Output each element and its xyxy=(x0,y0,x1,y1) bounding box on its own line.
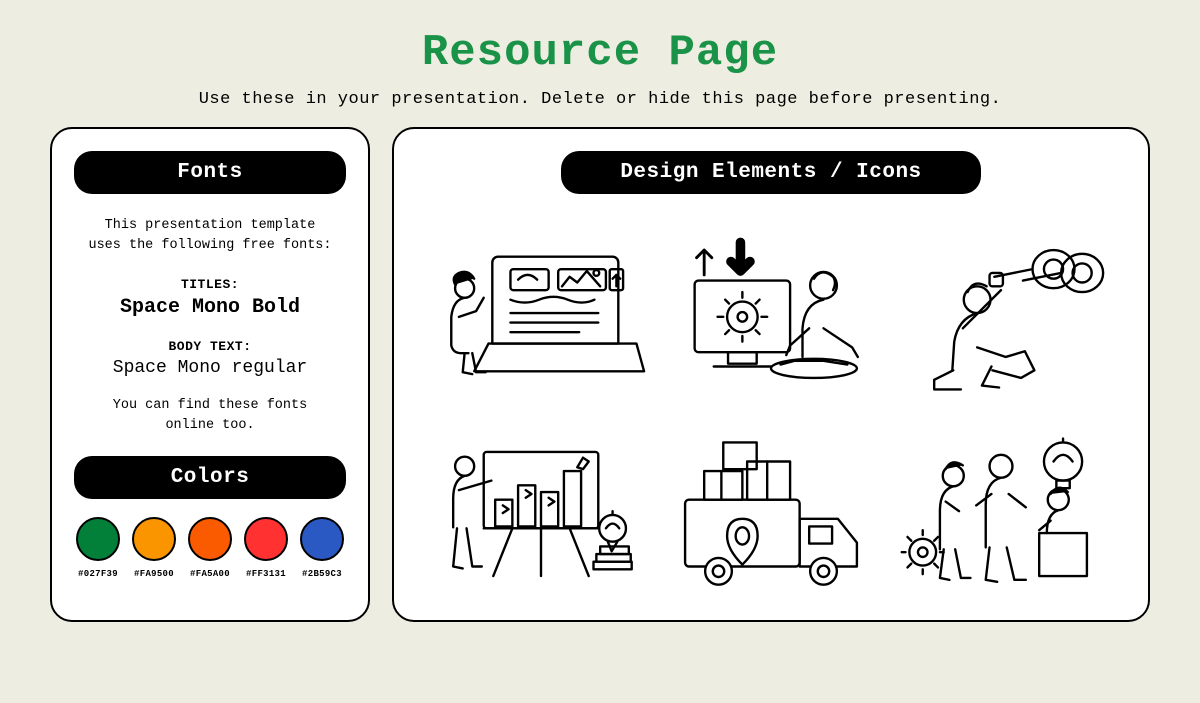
person-binoculars-icon xyxy=(896,224,1106,404)
delivery-truck-boxes-pin-icon xyxy=(666,424,876,604)
color-dot xyxy=(188,517,232,561)
titles-label: TITLES: xyxy=(74,277,346,292)
color-swatch: #FA5A00 xyxy=(188,517,232,579)
color-swatch: #FA9500 xyxy=(132,517,176,579)
design-elements-heading-pill: Design Elements / Icons xyxy=(561,151,981,194)
find-fonts-note: You can find these fonts online too. xyxy=(74,396,346,437)
page-title: Resource Page xyxy=(0,28,1200,78)
color-swatch: #027F39 xyxy=(76,517,120,579)
color-hex-label: #FA9500 xyxy=(134,569,174,579)
fonts-desc-line2: uses the following free fonts: xyxy=(88,238,331,253)
color-dot xyxy=(300,517,344,561)
body-text-label: BODY TEXT: xyxy=(74,339,346,354)
color-hex-label: #FA5A00 xyxy=(190,569,230,579)
color-hex-label: #027F39 xyxy=(78,569,118,579)
color-dot xyxy=(76,517,120,561)
fonts-desc-line1: This presentation template xyxy=(105,218,316,233)
color-dot xyxy=(244,517,288,561)
colors-heading-pill: Colors xyxy=(74,456,346,499)
fonts-description: This presentation template uses the foll… xyxy=(74,216,346,257)
color-swatch: #2B59C3 xyxy=(300,517,344,579)
body-font-name: Space Mono regular xyxy=(74,358,346,378)
team-idea-lightbulb-icon xyxy=(896,424,1106,604)
color-swatch: #FF3131 xyxy=(244,517,288,579)
page-subtitle: Use these in your presentation. Delete o… xyxy=(0,90,1200,109)
panels-row: Fonts This presentation template uses th… xyxy=(0,109,1200,622)
find-note-line1: You can find these fonts xyxy=(113,398,307,413)
design-elements-panel: Design Elements / Icons xyxy=(392,127,1150,622)
color-dot xyxy=(132,517,176,561)
color-hex-label: #FF3131 xyxy=(246,569,286,579)
person-computer-gear-arrows-icon xyxy=(666,224,876,404)
title-font-name: Space Mono Bold xyxy=(74,296,346,319)
person-bar-chart-books-icon xyxy=(436,424,646,604)
fonts-colors-panel: Fonts This presentation template uses th… xyxy=(50,127,370,622)
person-presenting-laptop-icon xyxy=(436,224,646,404)
fonts-heading-pill: Fonts xyxy=(74,151,346,194)
color-hex-label: #2B59C3 xyxy=(302,569,342,579)
illustration-grid xyxy=(416,224,1126,604)
color-swatch-row: #027F39 #FA9500 #FA5A00 #FF3131 #2B59C3 xyxy=(74,517,346,579)
find-note-line2: online too. xyxy=(165,418,254,433)
